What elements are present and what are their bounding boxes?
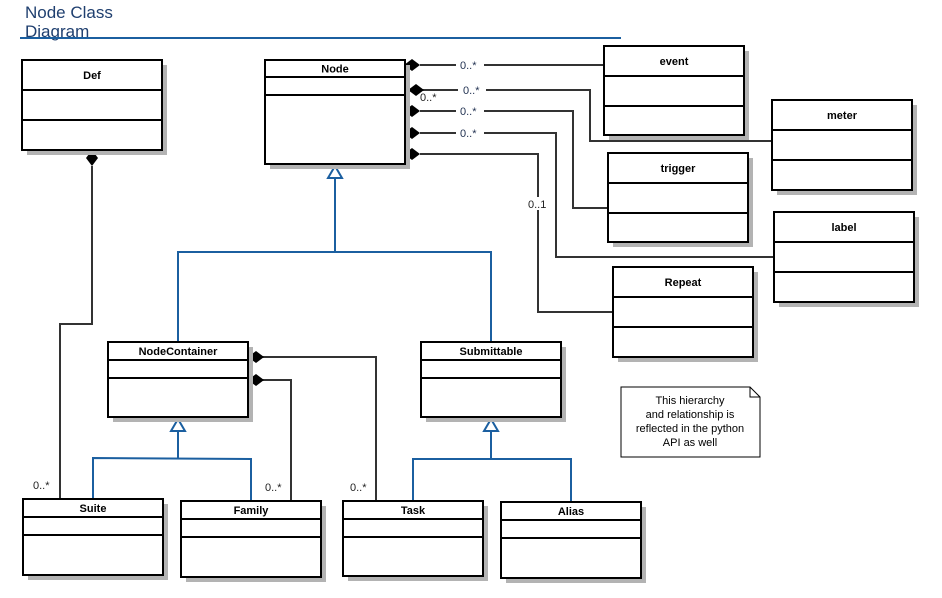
inherit-container-branches [92,456,252,501]
class-frame [264,59,406,165]
class-name: trigger [661,163,697,175]
class-submittable[interactable]: Submittable [420,341,566,422]
class-name: Alias [558,506,584,518]
class-name: Family [234,505,270,517]
assoc-node-trigger [420,110,608,209]
note-line-1: This hierarchy [655,395,725,407]
class-diagram: 0..* 0..* 0..* 0..* 0..* 0..1 0..* 0..* … [20,37,919,583]
class-name: Repeat [665,277,702,289]
class-task[interactable]: Task [342,500,488,581]
note-line-2: and relationship is [646,409,735,421]
class-node[interactable]: Node [264,59,410,169]
mult-container-task: 0..* [350,482,367,494]
class-name: Def [83,70,101,82]
class-name: Submittable [460,346,523,358]
class-name: NodeContainer [139,346,219,358]
class-repeat[interactable]: Repeat [612,266,758,362]
inherit-node-branches [177,251,492,342]
class-name: Node [321,64,349,76]
note: This hierarchy and relationship is refle… [620,386,761,458]
note-line-4: API as well [663,437,717,449]
class-def[interactable]: Def [21,59,167,155]
mult-container-family: 0..* [265,482,282,494]
mult-def-suite: 0..* [33,480,50,492]
class-suite[interactable]: Suite [22,498,168,580]
mult-node-meter: 0..* [463,85,480,97]
assoc-container-task [262,356,377,501]
class-name: Task [401,505,426,517]
class-name: label [831,222,856,234]
class-trigger[interactable]: trigger [607,152,753,247]
class-event[interactable]: event [603,45,749,140]
class-family[interactable]: Family [180,500,326,582]
note-line-3: reflected in the python [636,423,744,435]
class-name: event [660,56,689,68]
mult-node-meter-extra: 0..* [420,92,437,104]
mult-node-event: 0..* [460,60,477,72]
class-meter[interactable]: meter [771,99,917,195]
inheritance-lines [92,178,572,502]
class-name: Suite [80,503,107,515]
mult-node-trigger: 0..* [460,106,477,118]
class-alias[interactable]: Alias [500,501,646,583]
inherit-submittable-branches [412,458,572,502]
class-nodecontainer[interactable]: NodeContainer [107,341,253,422]
mult-node-repeat: 0..1 [528,199,546,211]
class-name: meter [827,110,858,122]
assoc-def-suite [59,166,93,499]
assoc-node-repeat [420,153,613,313]
class-label[interactable]: label [773,211,919,307]
mult-node-label: 0..* [460,128,477,140]
